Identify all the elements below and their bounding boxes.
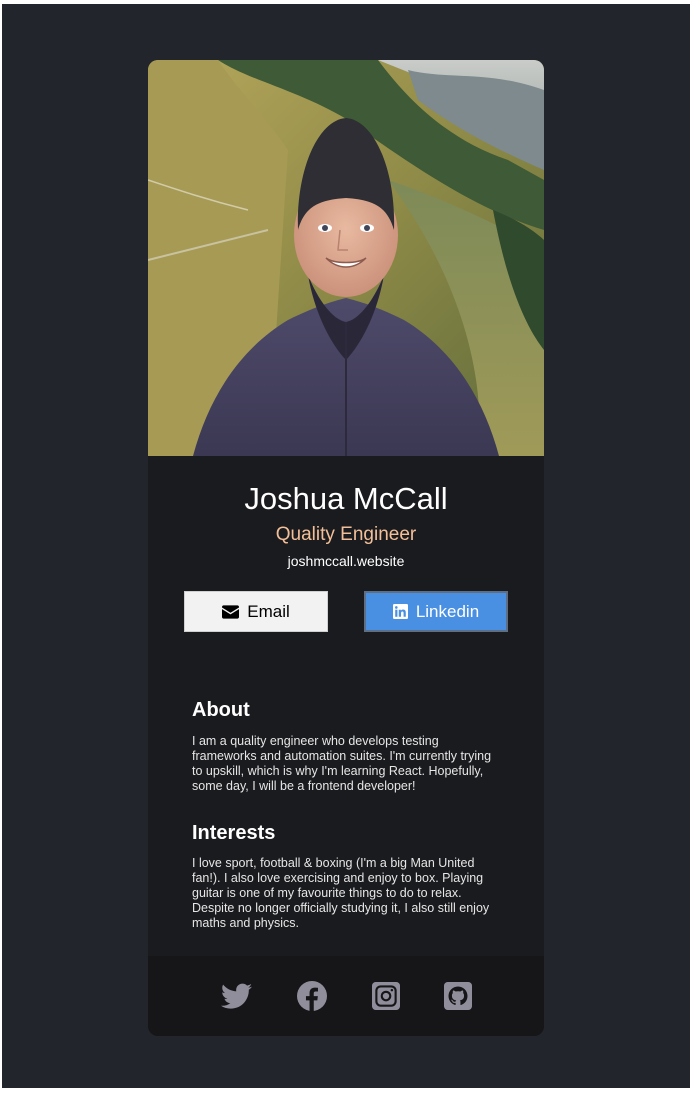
linkedin-icon (392, 604, 408, 619)
twitter-icon (220, 983, 252, 1009)
profile-card: Joshua McCall Quality Engineer joshmccal… (148, 60, 544, 1036)
linkedin-button[interactable]: Linkedin (364, 591, 508, 632)
instagram-link[interactable] (370, 980, 402, 1012)
profile-website-link[interactable]: joshmccall.website (148, 553, 544, 570)
social-footer (148, 956, 544, 1036)
page-background: Joshua McCall Quality Engineer joshmccal… (2, 4, 690, 1088)
github-link[interactable] (442, 980, 474, 1012)
email-button-label: Email (247, 601, 290, 621)
github-icon (444, 982, 472, 1010)
about-heading: About (192, 699, 250, 721)
interests-heading: Interests (192, 822, 276, 844)
profile-role: Quality Engineer (275, 524, 417, 545)
instagram-icon (372, 982, 400, 1010)
interests-text: I love sport, football & boxing (I'm a b… (192, 856, 490, 930)
linkedin-button-label: Linkedin (415, 601, 480, 621)
profile-photo (148, 60, 544, 456)
about-text: I am a quality engineer who develops tes… (192, 734, 492, 793)
envelope-icon (222, 604, 240, 619)
twitter-link[interactable] (220, 980, 252, 1012)
facebook-link[interactable] (296, 980, 328, 1012)
facebook-icon (297, 981, 327, 1011)
profile-name: Joshua McCall (244, 481, 448, 516)
email-button[interactable]: Email (184, 591, 328, 632)
